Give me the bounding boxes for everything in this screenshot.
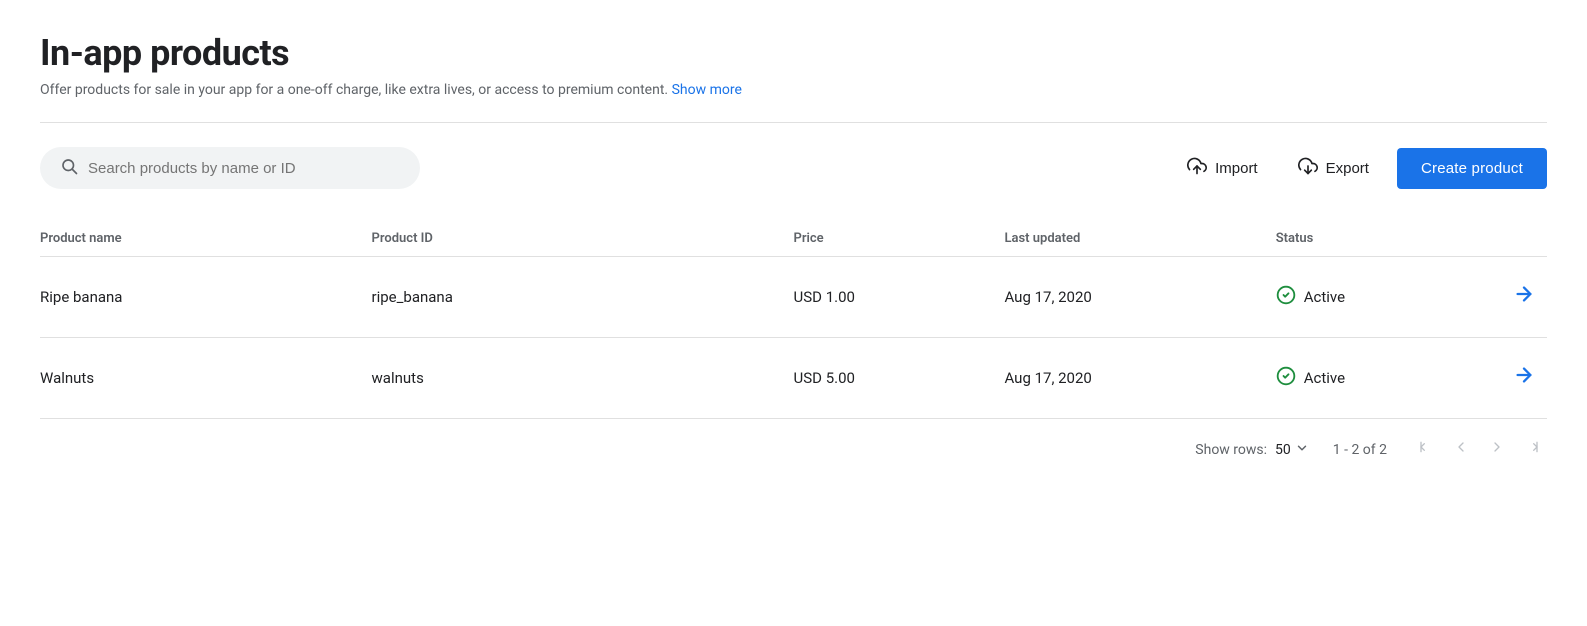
create-product-button[interactable]: Create product — [1397, 148, 1547, 189]
header-divider — [40, 122, 1547, 123]
search-input[interactable] — [88, 160, 400, 177]
rows-per-page-select[interactable]: 50 — [1275, 441, 1309, 459]
cell-product-name: Ripe banana — [40, 257, 372, 338]
import-button[interactable]: Import — [1175, 148, 1270, 188]
show-more-link[interactable]: Show more — [672, 82, 742, 98]
cell-product-name: Walnuts — [40, 338, 372, 419]
import-icon — [1187, 156, 1207, 180]
table-row[interactable]: Ripe banana ripe_banana USD 1.00 Aug 17,… — [40, 257, 1547, 338]
export-label: Export — [1326, 160, 1369, 177]
export-button[interactable]: Export — [1286, 148, 1381, 188]
status-badge: Active — [1304, 369, 1345, 387]
col-header-last-updated: Last updated — [1004, 221, 1275, 257]
cell-status: Active — [1276, 338, 1487, 419]
pagination-row: Show rows: 50 1 - 2 of 2 — [40, 419, 1547, 464]
description-text: Offer products for sale in your app for … — [40, 82, 668, 98]
first-page-button[interactable] — [1411, 435, 1439, 464]
cell-last-updated: Aug 17, 2020 — [1004, 257, 1275, 338]
row-detail-button[interactable] — [1509, 279, 1539, 315]
products-table: Product name Product ID Price Last updat… — [40, 221, 1547, 419]
show-rows-label: Show rows: — [1195, 442, 1267, 458]
col-header-product-id: Product ID — [372, 221, 794, 257]
search-icon — [60, 157, 78, 179]
toolbar: Import Export Create product — [40, 147, 1547, 189]
col-header-price: Price — [794, 221, 1005, 257]
page-title: In-app products — [40, 32, 1547, 74]
table-row[interactable]: Walnuts walnuts USD 5.00 Aug 17, 2020 Ac… — [40, 338, 1547, 419]
table-header-row: Product name Product ID Price Last updat… — [40, 221, 1547, 257]
cell-arrow[interactable] — [1487, 257, 1547, 338]
prev-page-button[interactable] — [1447, 435, 1475, 464]
cell-arrow[interactable] — [1487, 338, 1547, 419]
cell-status: Active — [1276, 257, 1487, 338]
page-info: 1 - 2 of 2 — [1333, 442, 1387, 458]
cell-last-updated: Aug 17, 2020 — [1004, 338, 1275, 419]
cell-price: USD 1.00 — [794, 257, 1005, 338]
import-label: Import — [1215, 160, 1258, 177]
cell-price: USD 5.00 — [794, 338, 1005, 419]
page-container: In-app products Offer products for sale … — [0, 0, 1587, 488]
export-icon — [1298, 156, 1318, 180]
col-header-status: Status — [1276, 221, 1487, 257]
rows-per-page-value: 50 — [1275, 442, 1291, 458]
cell-product-id: walnuts — [372, 338, 794, 419]
row-detail-button[interactable] — [1509, 360, 1539, 396]
status-badge: Active — [1304, 288, 1345, 306]
rows-dropdown-icon — [1295, 441, 1309, 459]
col-header-product-name: Product name — [40, 221, 372, 257]
page-description: Offer products for sale in your app for … — [40, 82, 1547, 98]
last-page-button[interactable] — [1519, 435, 1547, 464]
next-page-button[interactable] — [1483, 435, 1511, 464]
active-status-icon — [1276, 285, 1296, 310]
active-status-icon — [1276, 366, 1296, 391]
create-product-label: Create product — [1421, 160, 1523, 177]
search-box[interactable] — [40, 147, 420, 189]
col-header-arrow — [1487, 221, 1547, 257]
cell-product-id: ripe_banana — [372, 257, 794, 338]
